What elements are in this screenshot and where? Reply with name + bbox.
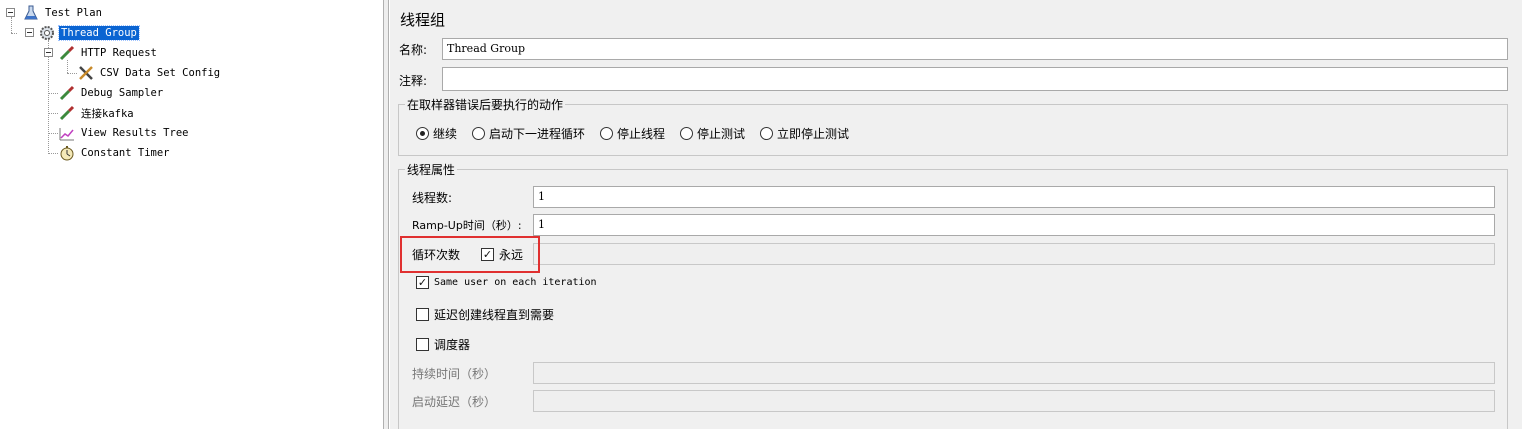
radio-stop-test[interactable]: 停止测试 — [680, 125, 745, 142]
threads-field[interactable]: 1 — [533, 186, 1495, 208]
checkbox-label: Same user on each iteration — [434, 277, 597, 288]
radio-stop-test-now[interactable]: 立即停止测试 — [760, 125, 849, 142]
tree-connector — [11, 33, 17, 34]
checkbox-box — [416, 338, 429, 351]
threads-label: 线程数: — [412, 191, 453, 205]
radio-dot — [600, 127, 613, 140]
radio-stop-thread[interactable]: 停止线程 — [600, 125, 665, 142]
thread-properties-legend: 线程属性 — [405, 161, 458, 178]
radio-start-next-loop[interactable]: 启动下一进程循环 — [472, 125, 585, 142]
radio-dot — [760, 127, 773, 140]
tree-node-constant-timer[interactable]: Constant Timer — [58, 144, 172, 162]
comment-label: 注释: — [399, 74, 428, 88]
tree-node-csv-data-set-config[interactable]: CSV Data Set Config — [77, 64, 222, 82]
thread-group-panel: 线程组 名称: Thread Group 注释: 在取样器错误后要执行的动作 继… — [390, 0, 1522, 429]
tree-connector — [48, 40, 49, 154]
tree-node-debug-sampler[interactable]: Debug Sampler — [58, 84, 165, 102]
tree-node-kafka[interactable]: 连接kafka — [58, 104, 136, 122]
radio-label: 继续 — [433, 127, 458, 141]
tree-node-label: Constant Timer — [81, 147, 170, 159]
radio-continue[interactable]: 继续 — [416, 125, 457, 142]
comment-field[interactable] — [442, 67, 1508, 91]
tree-connector — [67, 73, 77, 74]
radio-label: 停止线程 — [617, 127, 666, 141]
loop-count-field — [533, 243, 1495, 265]
radio-dot — [416, 127, 429, 140]
tree-node-label: 连接kafka — [81, 107, 134, 120]
tree-node-label: Thread Group — [58, 25, 140, 41]
tree-node-thread-group[interactable]: Thread Group — [38, 24, 140, 42]
radio-dot — [472, 127, 485, 140]
tree-connector — [48, 133, 58, 134]
chart-icon — [58, 124, 76, 142]
tree-node-label: Test Plan — [45, 7, 102, 19]
duration-field — [533, 362, 1495, 384]
tree-node-test-plan[interactable]: Test Plan — [22, 4, 104, 22]
collapse-toggle[interactable] — [25, 28, 34, 37]
delay-thread-creation-checkbox[interactable]: 延迟创建线程直到需要 — [416, 306, 554, 323]
radio-label: 启动下一进程循环 — [489, 127, 586, 141]
startup-delay-field — [533, 390, 1495, 412]
stopwatch-icon — [58, 144, 76, 162]
checkbox-label: 延迟创建线程直到需要 — [434, 308, 555, 322]
duration-label: 持续时间（秒） — [412, 367, 497, 381]
gear-icon — [38, 24, 56, 42]
tree-connector — [48, 153, 58, 154]
tree-connector — [48, 113, 58, 114]
tree-connector — [11, 17, 12, 33]
tree-node-view-results-tree[interactable]: View Results Tree — [58, 124, 190, 142]
pipette-icon — [58, 84, 76, 102]
panel-title: 线程组 — [400, 11, 446, 29]
name-field[interactable]: Thread Group — [442, 38, 1508, 60]
flask-icon — [22, 4, 40, 22]
same-user-checkbox[interactable]: ✓ Same user on each iteration — [416, 276, 597, 289]
pipette-icon — [58, 104, 76, 122]
tree-connector — [48, 93, 58, 94]
tree-node-label: CSV Data Set Config — [100, 67, 221, 79]
split-pane-divider[interactable] — [384, 0, 389, 429]
radio-dot — [680, 127, 693, 140]
checkbox-label: 调度器 — [434, 338, 471, 352]
name-label: 名称: — [399, 43, 428, 57]
highlight-box — [400, 236, 540, 273]
checkbox-box — [416, 308, 429, 321]
tree-node-label: HTTP Request — [81, 47, 157, 59]
tree-node-label: Debug Sampler — [81, 87, 164, 99]
tree-node-label: View Results Tree — [81, 127, 189, 139]
pipette-icon — [58, 44, 76, 62]
radio-label: 停止测试 — [697, 127, 746, 141]
collapse-toggle[interactable] — [6, 8, 15, 17]
radio-label: 立即停止测试 — [777, 127, 850, 141]
tree-node-http-request[interactable]: HTTP Request — [58, 44, 159, 62]
test-plan-tree[interactable]: Test Plan Thread Group HTTP Request CSV … — [0, 0, 384, 429]
tools-icon — [77, 64, 95, 82]
checkmark-icon: ✓ — [416, 276, 429, 289]
collapse-toggle[interactable] — [44, 48, 53, 57]
sampler-error-legend: 在取样器错误后要执行的动作 — [405, 96, 566, 113]
rampup-label: Ramp-Up时间（秒）: — [412, 219, 522, 232]
scheduler-checkbox[interactable]: 调度器 — [416, 336, 470, 353]
startup-delay-label: 启动延迟（秒） — [412, 395, 497, 409]
rampup-field[interactable]: 1 — [533, 214, 1495, 236]
